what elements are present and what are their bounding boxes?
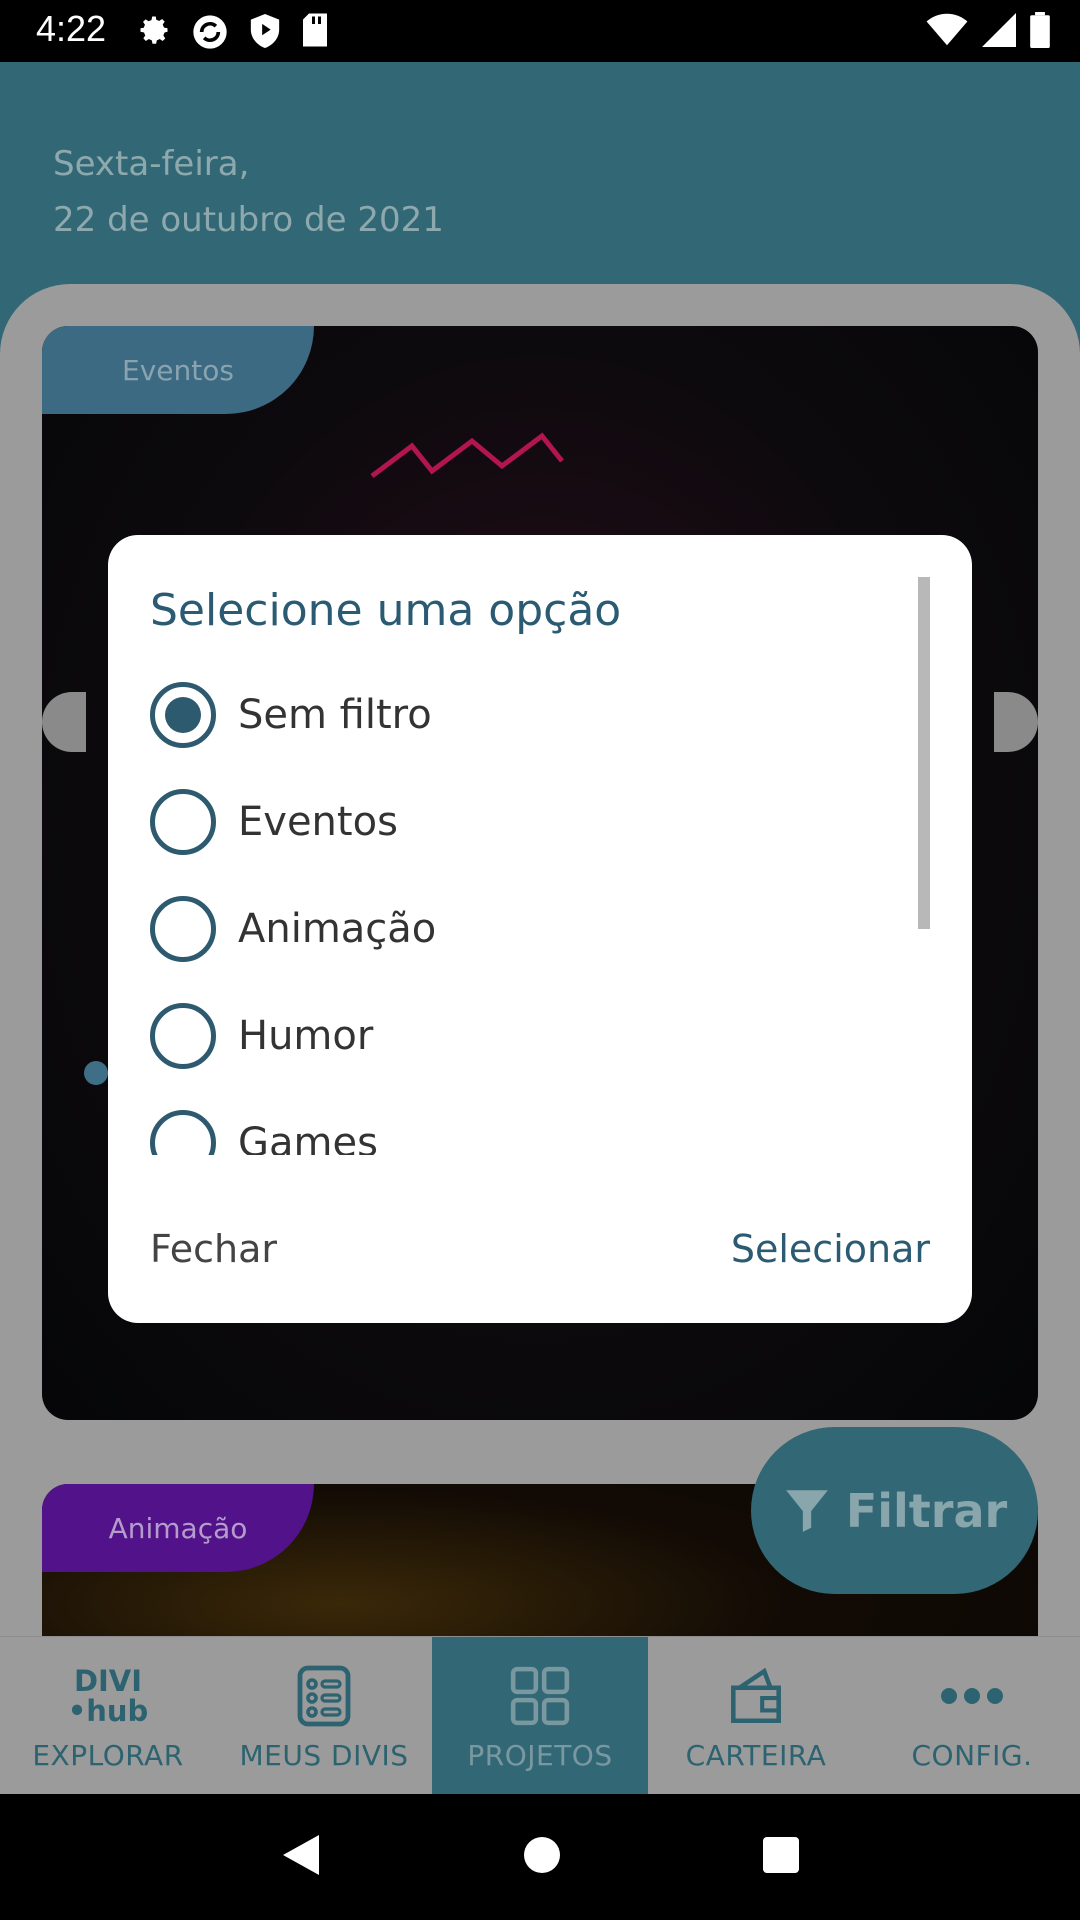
settings-icon (136, 12, 172, 56)
option-sem-filtro[interactable]: Sem filtro (150, 675, 432, 755)
radio-button[interactable] (150, 1110, 216, 1155)
nav-item-projetos[interactable]: PROJETOS (432, 1637, 648, 1794)
card-artwork (370, 432, 564, 478)
wifi-icon (926, 13, 968, 51)
option-label: Games (238, 1120, 378, 1155)
battery-icon (1030, 12, 1050, 52)
option-label: Animação (238, 906, 437, 952)
card-tag: Animação (42, 1484, 314, 1572)
back-icon[interactable] (279, 1831, 323, 1883)
dialog-title: Selecione uma opção (150, 585, 622, 636)
filter-dialog: Selecione uma opção Sem filtro Eventos A… (108, 535, 972, 1323)
option-label: Humor (238, 1013, 374, 1059)
recents-icon[interactable] (761, 1835, 801, 1879)
nav-label: PROJETOS (467, 1739, 613, 1772)
option-list: Sem filtro Eventos Animação Humor Games (150, 675, 890, 1155)
nav-item-explorar[interactable]: DIVI •hub EXPLORAR (0, 1637, 216, 1794)
option-animacao[interactable]: Animação (150, 889, 436, 969)
shield-icon (248, 12, 282, 56)
close-button[interactable]: Fechar (150, 1227, 277, 1271)
nav-item-meus-divis[interactable]: MEUS DIVIS (216, 1637, 432, 1794)
option-games[interactable]: Games (150, 1103, 378, 1155)
option-humor[interactable]: Humor (150, 996, 373, 1076)
scrollbar[interactable] (918, 577, 930, 929)
sd-card-icon (300, 12, 330, 56)
home-icon[interactable] (522, 1835, 562, 1879)
option-eventos[interactable]: Eventos (150, 782, 398, 862)
nav-label: EXPLORAR (32, 1739, 184, 1772)
radio-button[interactable] (150, 682, 216, 748)
option-label: Sem filtro (238, 692, 432, 738)
signal-icon (982, 13, 1016, 51)
more-icon (939, 1661, 1005, 1731)
card-tag: Eventos (42, 326, 314, 414)
divi-hub-logo: DIVI •hub (67, 1664, 149, 1728)
carousel-dot[interactable] (84, 1061, 108, 1085)
weekday-text: Sexta-feira, (53, 144, 250, 184)
radio-button[interactable] (150, 789, 216, 855)
wallet-icon (727, 1661, 785, 1731)
option-label: Eventos (238, 799, 398, 845)
radio-button[interactable] (150, 1003, 216, 1069)
date-text: 22 de outubro de 2021 (53, 200, 444, 240)
select-button[interactable]: Selecionar (731, 1227, 930, 1271)
nav-label: CARTEIRA (685, 1739, 827, 1772)
status-time: 4:22 (36, 8, 107, 49)
filter-icon (782, 1483, 832, 1539)
nav-item-carteira[interactable]: CARTEIRA (648, 1637, 864, 1794)
nav-label: CONFIG. (911, 1739, 1033, 1772)
sync-icon (190, 12, 230, 56)
nav-item-config[interactable]: CONFIG. (864, 1637, 1080, 1794)
status-bar: 4:22 (0, 0, 1080, 62)
list-icon (296, 1661, 352, 1731)
bottom-navigation: DIVI •hub EXPLORAR MEUS DIVIS PROJETOS CA… (0, 1636, 1080, 1794)
filter-button-label: Filtrar (845, 1483, 1008, 1538)
filter-button[interactable]: Filtrar (751, 1427, 1038, 1594)
radio-button[interactable] (150, 896, 216, 962)
nav-label: MEUS DIVIS (239, 1739, 409, 1772)
grid-icon (509, 1661, 571, 1731)
system-navigation-bar (0, 1794, 1080, 1920)
